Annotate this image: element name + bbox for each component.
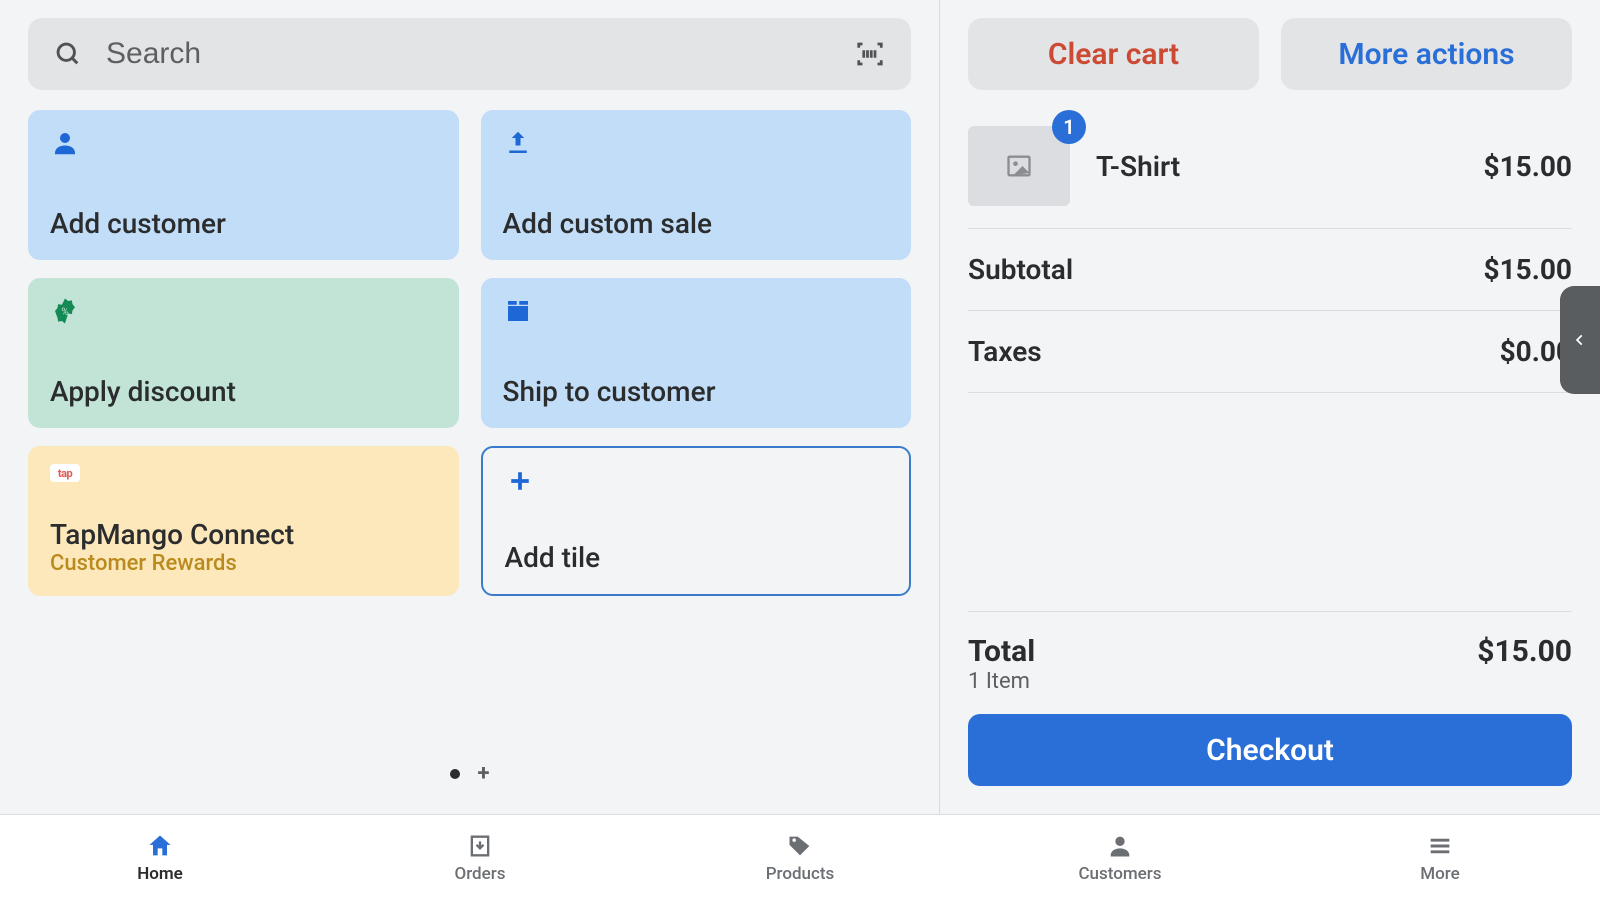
home-icon — [146, 832, 174, 860]
taxes-row[interactable]: Taxes $0.00 — [968, 311, 1572, 393]
total-item-count: 1 Item — [968, 669, 1035, 694]
tile-grid: Add customer Add custom sale % Apply dis… — [28, 110, 911, 596]
products-tag-icon — [786, 832, 814, 860]
barcode-scan-icon[interactable] — [855, 39, 885, 69]
tapmango-tile[interactable]: tap TapMango Connect Customer Rewards — [28, 446, 459, 596]
page-dot-active[interactable] — [450, 769, 460, 779]
item-price: $15.00 — [1484, 150, 1572, 183]
cart-panel: Clear cart More actions 1 T-Shirt $15.00… — [940, 0, 1600, 814]
image-placeholder-icon — [1003, 152, 1035, 180]
total-value: $15.00 — [1477, 634, 1572, 669]
tile-sublabel: Customer Rewards — [50, 551, 437, 576]
person-icon — [50, 128, 80, 158]
nav-customers[interactable]: Customers — [960, 815, 1280, 900]
add-custom-sale-tile[interactable]: Add custom sale — [481, 110, 912, 260]
drawer-handle[interactable] — [1560, 286, 1600, 394]
item-name: T-Shirt — [1096, 150, 1484, 183]
clear-cart-button[interactable]: Clear cart — [968, 18, 1259, 90]
subtotal-row: Subtotal $15.00 — [968, 229, 1572, 311]
catalog-panel: Add customer Add custom sale % Apply dis… — [0, 0, 939, 814]
tapmango-app-icon: tap — [50, 464, 80, 482]
nav-orders[interactable]: Orders — [320, 815, 640, 900]
subtotal-label: Subtotal — [968, 253, 1073, 286]
apply-discount-tile[interactable]: % Apply discount — [28, 278, 459, 428]
tile-label: Apply discount — [50, 375, 437, 408]
search-icon — [54, 40, 82, 68]
add-customer-tile[interactable]: Add customer — [28, 110, 459, 260]
taxes-label: Taxes — [968, 335, 1042, 368]
orders-icon — [466, 832, 494, 860]
item-qty-badge: 1 — [1052, 110, 1086, 144]
nav-home[interactable]: Home — [0, 815, 320, 900]
add-tile-button[interactable]: Add tile — [481, 446, 912, 596]
upload-icon — [503, 128, 533, 158]
svg-text:%: % — [61, 307, 68, 318]
tile-label: TapMango Connect — [50, 518, 437, 551]
search-bar[interactable] — [28, 18, 911, 90]
nav-label: More — [1420, 864, 1459, 884]
customers-icon — [1106, 832, 1134, 860]
nav-products[interactable]: Products — [640, 815, 960, 900]
menu-icon — [1426, 832, 1454, 860]
subtotal-value: $15.00 — [1484, 253, 1572, 286]
nav-label: Home — [137, 864, 183, 884]
nav-label: Customers — [1078, 864, 1161, 884]
nav-label: Products — [766, 864, 835, 884]
tile-label: Add tile — [505, 541, 888, 574]
total-row: Total 1 Item $15.00 — [968, 634, 1572, 694]
cart-items-list: 1 T-Shirt $15.00 — [968, 126, 1572, 229]
total-label: Total — [968, 634, 1035, 669]
nav-label: Orders — [454, 864, 505, 884]
page-indicator: + — [28, 761, 911, 786]
package-icon — [503, 296, 533, 326]
checkout-button[interactable]: Checkout — [968, 714, 1572, 786]
add-page-button[interactable]: + — [478, 761, 490, 786]
plus-icon — [505, 466, 535, 496]
nav-more[interactable]: More — [1280, 815, 1600, 900]
more-actions-button[interactable]: More actions — [1281, 18, 1572, 90]
tile-label: Add customer — [50, 207, 437, 240]
chevron-left-icon — [1573, 327, 1587, 353]
search-input[interactable] — [106, 37, 855, 71]
item-thumbnail: 1 — [968, 126, 1070, 206]
bottom-nav: Home Orders Products Customers More — [0, 814, 1600, 900]
discount-badge-icon: % — [50, 296, 80, 326]
ship-to-customer-tile[interactable]: Ship to customer — [481, 278, 912, 428]
cart-item[interactable]: 1 T-Shirt $15.00 — [968, 126, 1572, 229]
tile-label: Ship to customer — [503, 375, 890, 408]
tile-label: Add custom sale — [503, 207, 890, 240]
